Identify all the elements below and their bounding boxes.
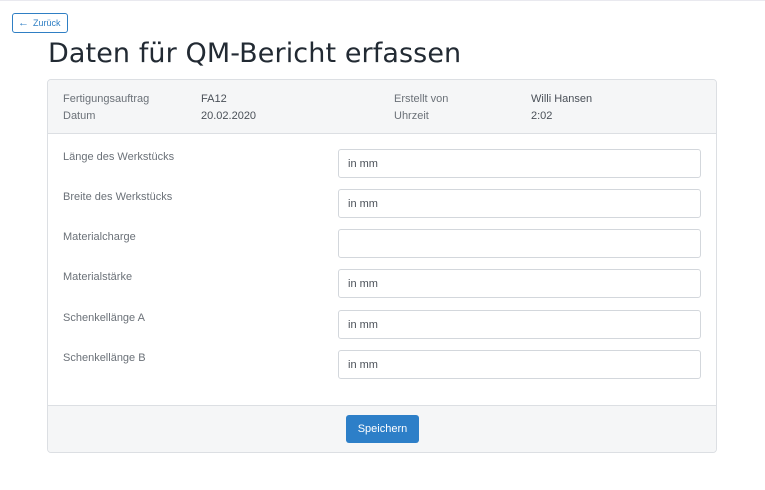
breite-input[interactable]	[338, 189, 701, 218]
qm-report-card: Fertigungsauftrag FA12 Datum 20.02.2020 …	[47, 79, 717, 453]
form-row-schenkellaenge-b: Schenkellänge B	[48, 350, 716, 380]
order-info-header: Fertigungsauftrag FA12 Datum 20.02.2020 …	[48, 80, 716, 134]
field-label-schenkellaenge-b: Schenkellänge B	[63, 352, 146, 364]
field-label-schenkellaenge-a: Schenkellänge A	[63, 312, 145, 324]
materialcharge-input[interactable]	[338, 229, 701, 258]
form-row-schenkellaenge-a: Schenkellänge A	[48, 310, 716, 340]
top-divider	[0, 0, 765, 1]
back-button-label: Zurück	[33, 18, 61, 28]
form-row-laenge: Länge des Werkstücks	[48, 149, 716, 179]
time-label: Uhrzeit	[394, 110, 429, 122]
date-label: Datum	[63, 110, 96, 122]
time-value: 2:02	[531, 110, 553, 122]
laenge-input[interactable]	[338, 149, 701, 178]
save-button[interactable]: Speichern	[346, 415, 419, 443]
field-label-laenge: Länge des Werkstücks	[63, 151, 175, 163]
form-row-materialcharge: Materialcharge	[48, 229, 716, 259]
back-button[interactable]: ← Zurück	[12, 13, 68, 33]
page: ← Zurück Daten für QM-Bericht erfassen F…	[0, 0, 765, 490]
created-by-label: Erstellt von	[394, 93, 449, 105]
page-title: Daten für QM-Bericht erfassen	[48, 38, 462, 69]
materialstaerke-input[interactable]	[338, 269, 701, 298]
order-value: FA12	[201, 93, 227, 105]
field-label-breite: Breite des Werkstücks	[63, 191, 173, 203]
field-label-materialstaerke: Materialstärke	[63, 271, 133, 283]
schenkellaenge-a-input[interactable]	[338, 310, 701, 339]
form-row-breite: Breite des Werkstücks	[48, 189, 716, 219]
form-footer: Speichern	[48, 405, 716, 452]
arrow-left-icon: ←	[18, 16, 29, 29]
field-label-materialcharge: Materialcharge	[63, 231, 136, 243]
form-row-materialstaerke: Materialstärke	[48, 269, 716, 299]
schenkellaenge-b-input[interactable]	[338, 350, 701, 379]
created-by-value: Willi Hansen	[531, 93, 593, 105]
date-value: 20.02.2020	[201, 110, 257, 122]
order-label: Fertigungsauftrag	[63, 93, 150, 105]
